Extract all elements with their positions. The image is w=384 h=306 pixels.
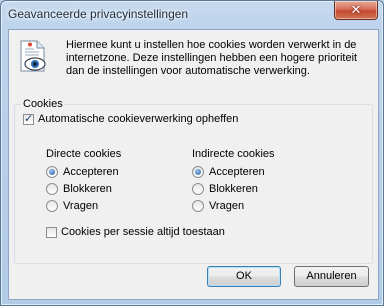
close-icon: ✕: [350, 2, 362, 17]
session-cookies-checkbox-box[interactable]: [46, 226, 57, 238]
radio-indicator[interactable]: [192, 200, 204, 212]
radio-indicator[interactable]: [46, 166, 58, 178]
privacy-document-eye-icon: [20, 40, 46, 72]
close-button[interactable]: ✕: [334, 1, 378, 20]
third-party-block-radio[interactable]: Blokkeren: [192, 183, 258, 195]
first-party-cookies-heading: Directe cookies: [46, 148, 122, 160]
radio-indicator[interactable]: [192, 183, 204, 195]
override-checkbox-box[interactable]: [23, 112, 34, 125]
first-party-accept-radio[interactable]: Accepteren: [46, 166, 119, 178]
cookies-group-legend: Cookies: [21, 98, 65, 111]
dialog-content: Hiermee kunt u instellen hoe cookies wor…: [8, 29, 379, 300]
cancel-button[interactable]: Annuleren: [294, 266, 369, 287]
radio-indicator[interactable]: [46, 183, 58, 195]
radio-label: Accepteren: [209, 166, 265, 178]
intro-text: Hiermee kunt u instellen hoe cookies wor…: [66, 39, 358, 77]
window-title: Geavanceerde privacyinstellingen: [8, 7, 189, 21]
override-checkbox-label: Automatische cookieverwerking opheffen: [38, 113, 239, 125]
session-cookies-checkbox-label: Cookies per sessie altijd toestaan: [61, 226, 225, 238]
radio-label: Blokkeren: [63, 183, 112, 195]
radio-label: Vragen: [63, 200, 99, 212]
radio-indicator[interactable]: [192, 166, 204, 178]
third-party-accept-radio[interactable]: Accepteren: [192, 166, 265, 178]
first-party-prompt-radio[interactable]: Vragen: [46, 200, 98, 212]
radio-label: Blokkeren: [209, 183, 258, 195]
radio-label: Accepteren: [63, 166, 119, 178]
radio-label: Vragen: [209, 200, 245, 212]
ok-button[interactable]: OK: [207, 266, 281, 287]
privacy-settings-dialog: Geavanceerde privacyinstellingen ✕ Hierm…: [0, 0, 384, 306]
third-party-prompt-radio[interactable]: Vragen: [192, 200, 244, 212]
first-party-block-radio[interactable]: Blokkeren: [46, 183, 112, 195]
third-party-cookies-heading: Indirecte cookies: [192, 148, 275, 160]
cookies-group: Cookies Automatische cookieverwerking op…: [14, 98, 373, 264]
allow-session-cookies-checkbox[interactable]: Cookies per sessie altijd toestaan: [46, 226, 225, 238]
radio-indicator[interactable]: [46, 200, 58, 212]
override-auto-cookie-handling-checkbox[interactable]: Automatische cookieverwerking opheffen: [23, 112, 239, 125]
